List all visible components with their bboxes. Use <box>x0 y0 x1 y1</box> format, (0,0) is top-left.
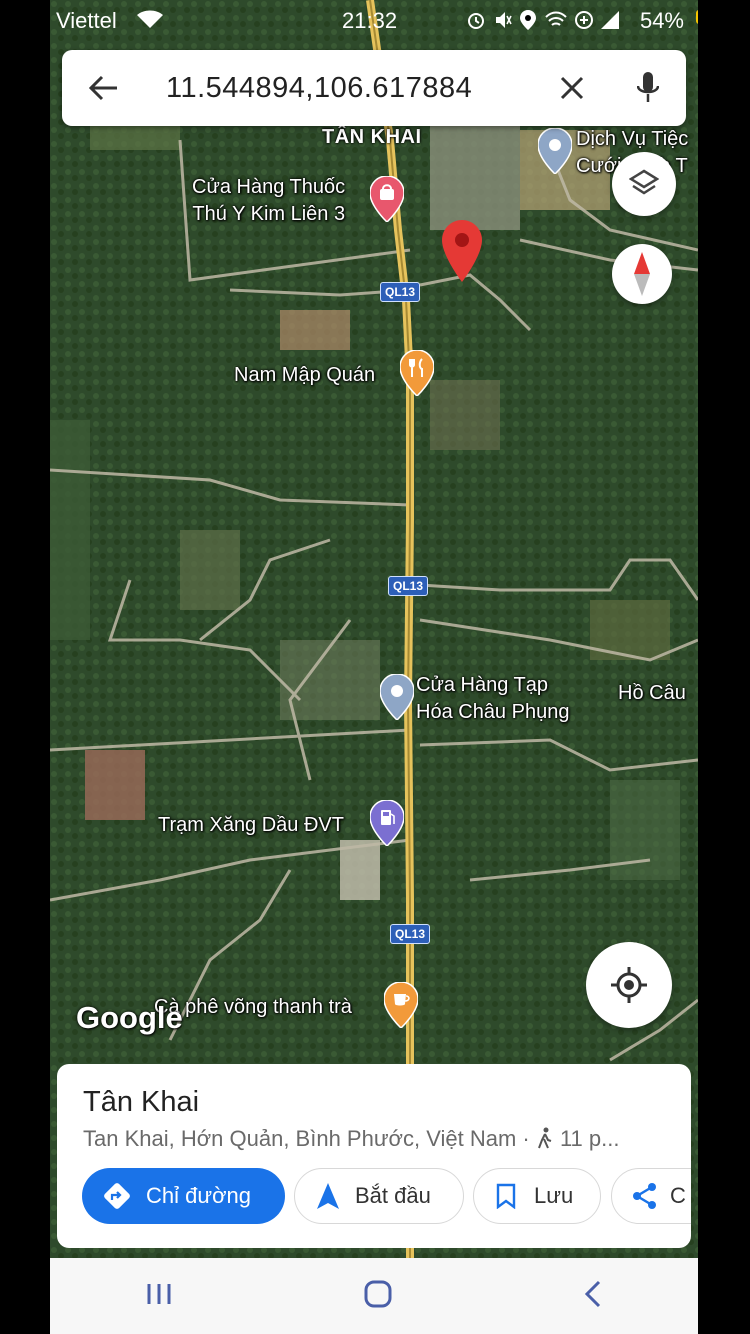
wifi-signal-icon <box>545 11 567 26</box>
start-button[interactable]: Bắt đầu <box>294 1168 464 1224</box>
back-arrow-icon <box>89 75 117 101</box>
microphone-icon <box>637 72 659 102</box>
directions-icon <box>104 1183 130 1209</box>
share-icon <box>633 1183 656 1209</box>
location-icon <box>520 10 536 30</box>
google-logo: Google <box>76 1000 183 1035</box>
mute-icon <box>496 12 512 28</box>
voice-search-button[interactable] <box>626 66 670 110</box>
battery-percent: 54% <box>639 8 684 33</box>
home-icon <box>364 1280 392 1307</box>
map-pin-icon <box>380 674 414 720</box>
alarm-icon <box>468 13 484 29</box>
back-button[interactable] <box>82 66 126 110</box>
save-label: Lưu <box>534 1183 574 1208</box>
poi-ho-cau[interactable]: Hồ Câu <box>618 680 686 707</box>
recent-apps-icon <box>147 1283 171 1304</box>
clear-button[interactable] <box>550 66 594 110</box>
place-title: Tân Khai <box>83 1086 200 1118</box>
navigation-arrow-icon <box>317 1183 339 1209</box>
share-label: C <box>670 1183 686 1208</box>
place-address: Tan Khai, Hớn Quản, Bình Phước, Việt Nam… <box>83 1126 536 1151</box>
walking-icon <box>537 1127 552 1149</box>
gas-station-icon <box>370 800 404 846</box>
poi-label: Cà phê võng thanh trà <box>154 996 352 1018</box>
crosshair-location-icon <box>611 967 647 1003</box>
status-bar: Viettel 21:32 54% <box>50 0 698 40</box>
data-saver-icon <box>575 11 593 29</box>
my-location-button[interactable] <box>586 942 672 1028</box>
shopping-bag-icon <box>370 176 404 222</box>
save-button[interactable]: Lưu <box>473 1168 601 1224</box>
place-card[interactable]: Tân Khai Tan Khai, Hớn Quản, Bình Phước,… <box>57 1064 691 1248</box>
carrier-label: Viettel <box>56 8 117 33</box>
route-shield: QL13 <box>388 576 429 596</box>
share-button[interactable]: C <box>611 1168 691 1224</box>
walk-time: 11 p... <box>559 1126 620 1151</box>
dropped-pin-icon[interactable] <box>442 220 482 282</box>
directions-button[interactable]: Chỉ đường <box>82 1168 285 1224</box>
poi-label: Trạm Xăng Dầu ĐVT <box>158 814 344 836</box>
bookmark-icon <box>496 1183 516 1209</box>
layers-button[interactable] <box>612 152 676 216</box>
poi-label: Cửa Hàng Thuốc Thú Y Kim Liên 3 <box>192 176 346 225</box>
fork-knife-icon <box>400 350 434 396</box>
map-pin-icon <box>538 128 572 174</box>
system-nav-bar <box>50 1258 698 1334</box>
coffee-cup-icon <box>384 982 418 1028</box>
place-subtitle: Tan Khai, Hớn Quản, Bình Phước, Việt Nam… <box>83 1126 619 1152</box>
cellular-signal-icon <box>601 11 619 29</box>
home-button[interactable] <box>364 1280 392 1313</box>
route-shield: QL13 <box>380 282 421 302</box>
map-screen: TÂN KHAI QL13 QL13 QL13 Dịch Vụ Tiệc Cướ… <box>50 0 698 1334</box>
back-nav-button[interactable] <box>584 1280 602 1313</box>
wifi-icon <box>137 10 163 28</box>
start-label: Bắt đầu <box>355 1183 431 1208</box>
search-input[interactable] <box>166 66 566 110</box>
layers-icon <box>629 169 659 195</box>
poi-label: Nam Mập Quán <box>234 364 376 386</box>
compass-icon <box>634 252 650 296</box>
compass-button[interactable] <box>612 244 672 304</box>
recent-apps-button[interactable] <box>146 1282 172 1311</box>
close-icon <box>560 76 584 100</box>
clock: 21:32 <box>342 8 398 33</box>
route-shield: QL13 <box>390 924 431 944</box>
town-label: TÂN KHAI <box>322 126 422 148</box>
chevron-left-icon <box>584 1280 601 1307</box>
poi-label: Cửa Hàng Tạp Hóa Châu Phụng <box>416 674 570 723</box>
directions-label: Chỉ đường <box>146 1183 251 1208</box>
search-bar <box>62 50 686 126</box>
